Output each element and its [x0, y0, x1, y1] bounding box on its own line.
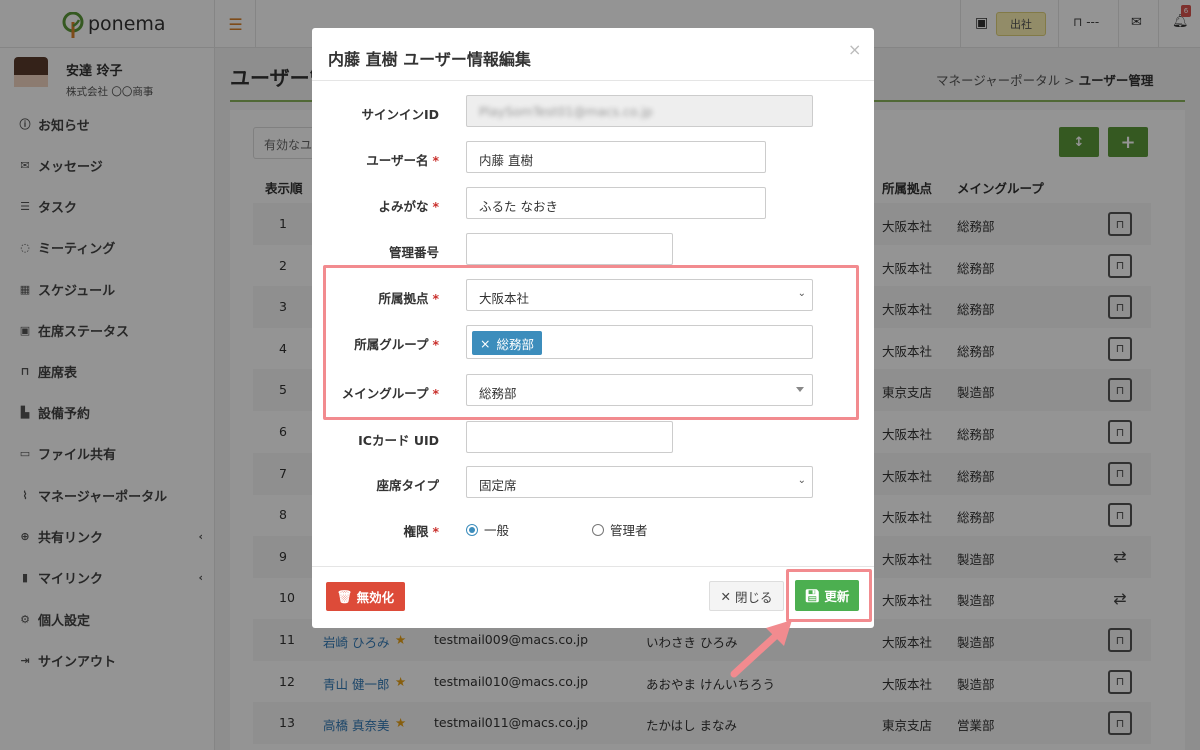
kana-label: よみがな *: [378, 199, 439, 214]
role-label: 権限 *: [403, 524, 439, 539]
role-radio-admin[interactable]: 管理者: [592, 520, 648, 539]
radio-checked-icon: [466, 523, 478, 536]
radio-unchecked-icon: [592, 523, 604, 536]
pointer-arrow-icon: [730, 620, 792, 678]
trash-icon: 🗑︎: [336, 588, 353, 604]
close-icon[interactable]: ×: [848, 40, 861, 59]
seat-type-label: 座席タイプ: [376, 478, 439, 493]
chevron-down-icon: ⌄: [797, 475, 806, 486]
admin-number-field[interactable]: [466, 233, 673, 265]
modal-title: 内藤 直樹 ユーザー情報編集: [328, 50, 531, 69]
user-name-field[interactable]: 内藤 直樹: [466, 141, 766, 173]
highlight-box-groups: [323, 265, 859, 420]
divider: [312, 80, 874, 81]
admin-number-label: 管理番号: [388, 245, 439, 260]
divider: [312, 566, 874, 567]
close-button[interactable]: ✕ 閉じる: [709, 581, 784, 611]
kana-field[interactable]: ふるた なおき: [466, 187, 766, 219]
role-radio-general[interactable]: 一般: [466, 520, 509, 539]
ic-card-field[interactable]: [466, 421, 673, 453]
signin-id-label: サインインID: [361, 107, 439, 122]
disable-button[interactable]: 🗑︎ 無効化: [326, 582, 405, 611]
signin-id-field: PlaySomTest01@macs.co.jp: [466, 95, 813, 127]
ic-card-label: ICカード UID: [358, 433, 439, 448]
user-name-label: ユーザー名 *: [366, 153, 439, 168]
seat-type-select[interactable]: 固定席 ⌄: [466, 466, 813, 498]
close-icon: ✕: [720, 588, 731, 604]
